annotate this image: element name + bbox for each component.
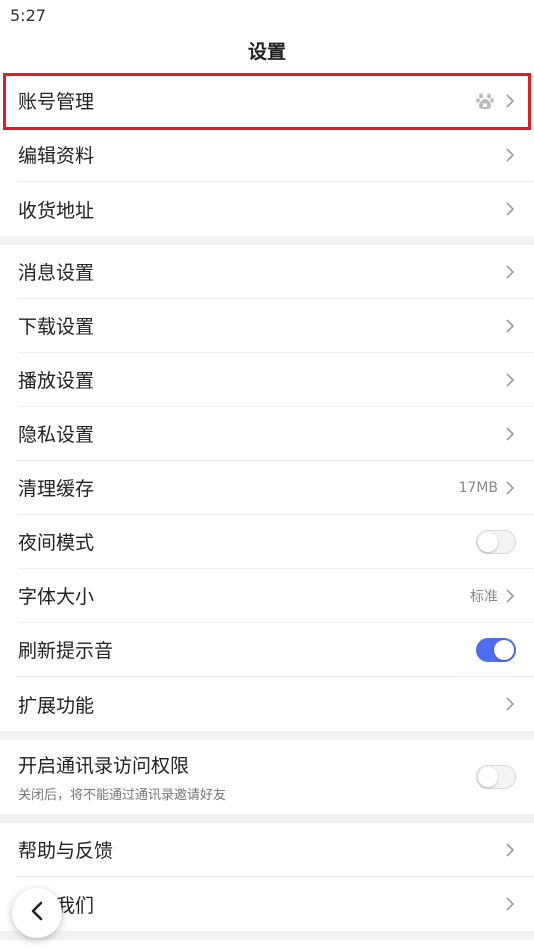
clear-cache-row[interactable]: 清理缓存 17MB [18,461,534,515]
font-size-row[interactable]: 字体大小 标准 [18,569,534,623]
clear-cache-label: 清理缓存 [18,478,95,500]
chevron-right-icon [504,841,516,859]
message-settings-label: 消息设置 [18,262,95,284]
account-section: 账号管理 编辑资料 收货地址 [0,74,534,236]
contacts-permission-label: 开启通讯录访问权限 [18,755,190,777]
toggle-knob [478,767,498,787]
status-bar: 5:27 [0,0,534,32]
night-mode-row: 夜间模式 [18,515,534,569]
account-management-row[interactable]: 账号管理 [18,74,534,128]
back-arrow-icon [29,900,45,926]
refresh-sound-toggle[interactable] [476,637,516,662]
cache-size-value: 17MB [458,479,499,496]
font-size-label: 字体大小 [18,586,95,608]
privacy-settings-label: 隐私设置 [18,424,95,446]
settings-list: 账号管理 编辑资料 收货地址 消息设置 下载设置 播放设置 隐私设置 清理缓存 … [0,74,534,940]
download-settings-row[interactable]: 下载设置 [18,299,534,353]
privacy-settings-row[interactable]: 隐私设置 [18,407,534,461]
help-feedback-row[interactable]: 帮助与反馈 [18,823,534,877]
about-us-label: 关于我们 [18,891,504,918]
back-button[interactable] [12,888,62,938]
chevron-right-icon [504,587,516,605]
about-section: 帮助与反馈 关于我们 [0,823,534,931]
refresh-sound-row: 刷新提示音 [18,623,534,677]
chevron-right-icon [504,371,516,389]
about-us-row[interactable]: 关于我们 [18,877,534,931]
chevron-right-icon [504,146,516,164]
chevron-right-icon [504,317,516,335]
chevron-right-icon [504,200,516,218]
contacts-permission-toggle[interactable] [476,765,516,789]
toggle-knob [494,639,514,660]
chevron-right-icon [504,695,516,713]
page-title: 设置 [247,41,286,63]
download-settings-label: 下载设置 [18,316,95,338]
night-mode-toggle[interactable] [476,529,516,554]
status-time: 5:27 [10,6,46,25]
night-mode-label: 夜间模式 [18,532,95,554]
section-divider [0,931,534,940]
contacts-permission-text: 开启通讯录访问权限 关闭后，将不能通过通讯录邀请好友 [18,751,476,803]
chevron-right-icon [504,92,516,110]
edit-profile-row[interactable]: 编辑资料 [18,128,534,182]
chevron-right-icon [504,479,516,497]
general-settings-section: 消息设置 下载设置 播放设置 隐私设置 清理缓存 17MB 夜间模式 字体大小 … [0,245,534,731]
contacts-section: 开启通讯录访问权限 关闭后，将不能通过通讯录邀请好友 [0,740,534,814]
chevron-right-icon [504,895,516,913]
extensions-label: 扩展功能 [18,694,95,717]
shipping-address-label: 收货地址 [18,199,95,222]
playback-settings-label: 播放设置 [18,370,95,392]
contacts-permission-subtitle: 关闭后，将不能通过通讯录邀请好友 [18,788,227,803]
baidu-paw-icon [476,92,494,110]
refresh-sound-label: 刷新提示音 [18,640,114,662]
message-settings-row[interactable]: 消息设置 [18,245,534,299]
shipping-address-row[interactable]: 收货地址 [18,182,534,236]
account-management-label: 账号管理 [18,91,95,113]
section-divider [0,814,534,823]
section-divider [0,236,534,245]
playback-settings-row[interactable]: 播放设置 [18,353,534,407]
toggle-knob [478,531,498,552]
chevron-right-icon [504,263,516,281]
edit-profile-label: 编辑资料 [18,145,95,167]
section-divider [0,731,534,740]
chevron-right-icon [504,425,516,443]
contacts-permission-row: 开启通讯录访问权限 关闭后，将不能通过通讯录邀请好友 [18,740,534,814]
extensions-row[interactable]: 扩展功能 [18,677,534,731]
font-size-value: 标准 [470,588,498,605]
help-feedback-label: 帮助与反馈 [18,840,114,862]
